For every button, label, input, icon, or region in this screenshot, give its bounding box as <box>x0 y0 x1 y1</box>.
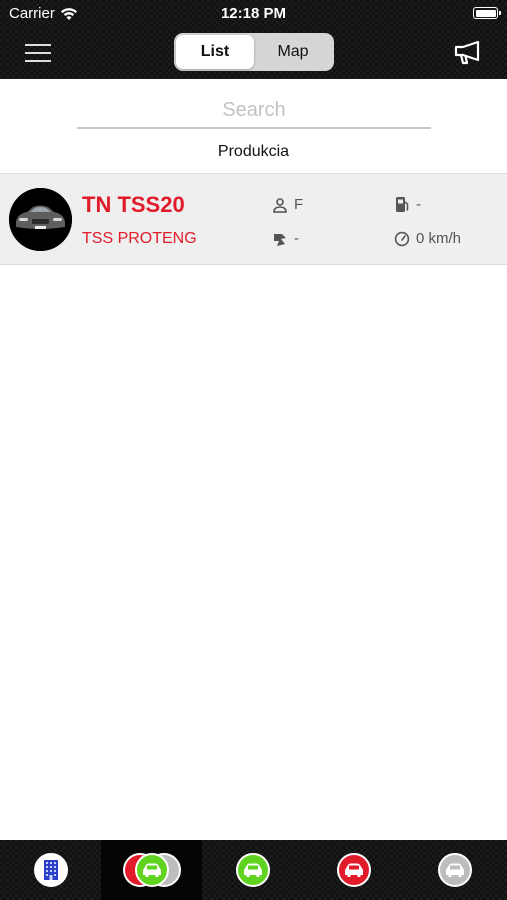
engine-icon <box>274 233 286 246</box>
megaphone-icon[interactable] <box>453 40 483 66</box>
car-stack-icon <box>135 853 169 887</box>
hamburger-line <box>25 60 51 62</box>
fuel-value: - <box>416 196 421 213</box>
speedometer-icon <box>394 231 410 246</box>
car-red-icon <box>337 853 371 887</box>
person-icon <box>273 197 287 213</box>
car-photo-icon <box>9 188 72 251</box>
car-grey-icon <box>438 853 472 887</box>
view-switch: List Map <box>174 33 334 71</box>
engine-stat: - <box>272 230 299 247</box>
battery-icon <box>473 7 501 19</box>
tab-moving[interactable] <box>202 840 303 900</box>
vehicle-plate: TN TSS20 <box>82 192 185 217</box>
tab-stopped[interactable] <box>303 840 404 900</box>
hamburger-line <box>25 52 51 54</box>
vehicle-row[interactable]: TN TSS20 TSS PROTENG F - - 0 km/h <box>0 173 507 265</box>
group-header: Produkcia <box>217 143 290 160</box>
car-green-icon <box>236 853 270 887</box>
status-bar: Carrier 12:18 PM <box>0 0 507 28</box>
fuel-pump-icon <box>396 197 409 212</box>
map-tab[interactable]: Map <box>254 35 332 69</box>
vehicle-company: TSS PROTENG <box>82 230 197 247</box>
building-icon <box>34 853 68 887</box>
clock: 12:18 PM <box>220 5 287 22</box>
tab-offline[interactable] <box>404 840 505 900</box>
driver-value: F <box>294 196 304 213</box>
engine-value: - <box>294 230 299 247</box>
tab-all-vehicles[interactable] <box>101 840 202 900</box>
speed-stat: 0 km/h <box>394 230 461 247</box>
driver-stat: F <box>272 196 303 213</box>
search-section: Produkcia <box>0 79 507 173</box>
speed-value: 0 km/h <box>416 230 462 247</box>
list-tab[interactable]: List <box>176 35 254 69</box>
app-header: Carrier 12:18 PM List Map <box>0 0 507 79</box>
bottom-tab-bar <box>0 840 507 900</box>
tab-buildings[interactable] <box>0 840 101 900</box>
menu-button[interactable] <box>25 40 51 64</box>
vehicle-avatar <box>9 188 72 251</box>
fuel-stat: - <box>394 196 421 213</box>
search-input[interactable] <box>77 93 431 129</box>
hamburger-line <box>25 44 51 46</box>
